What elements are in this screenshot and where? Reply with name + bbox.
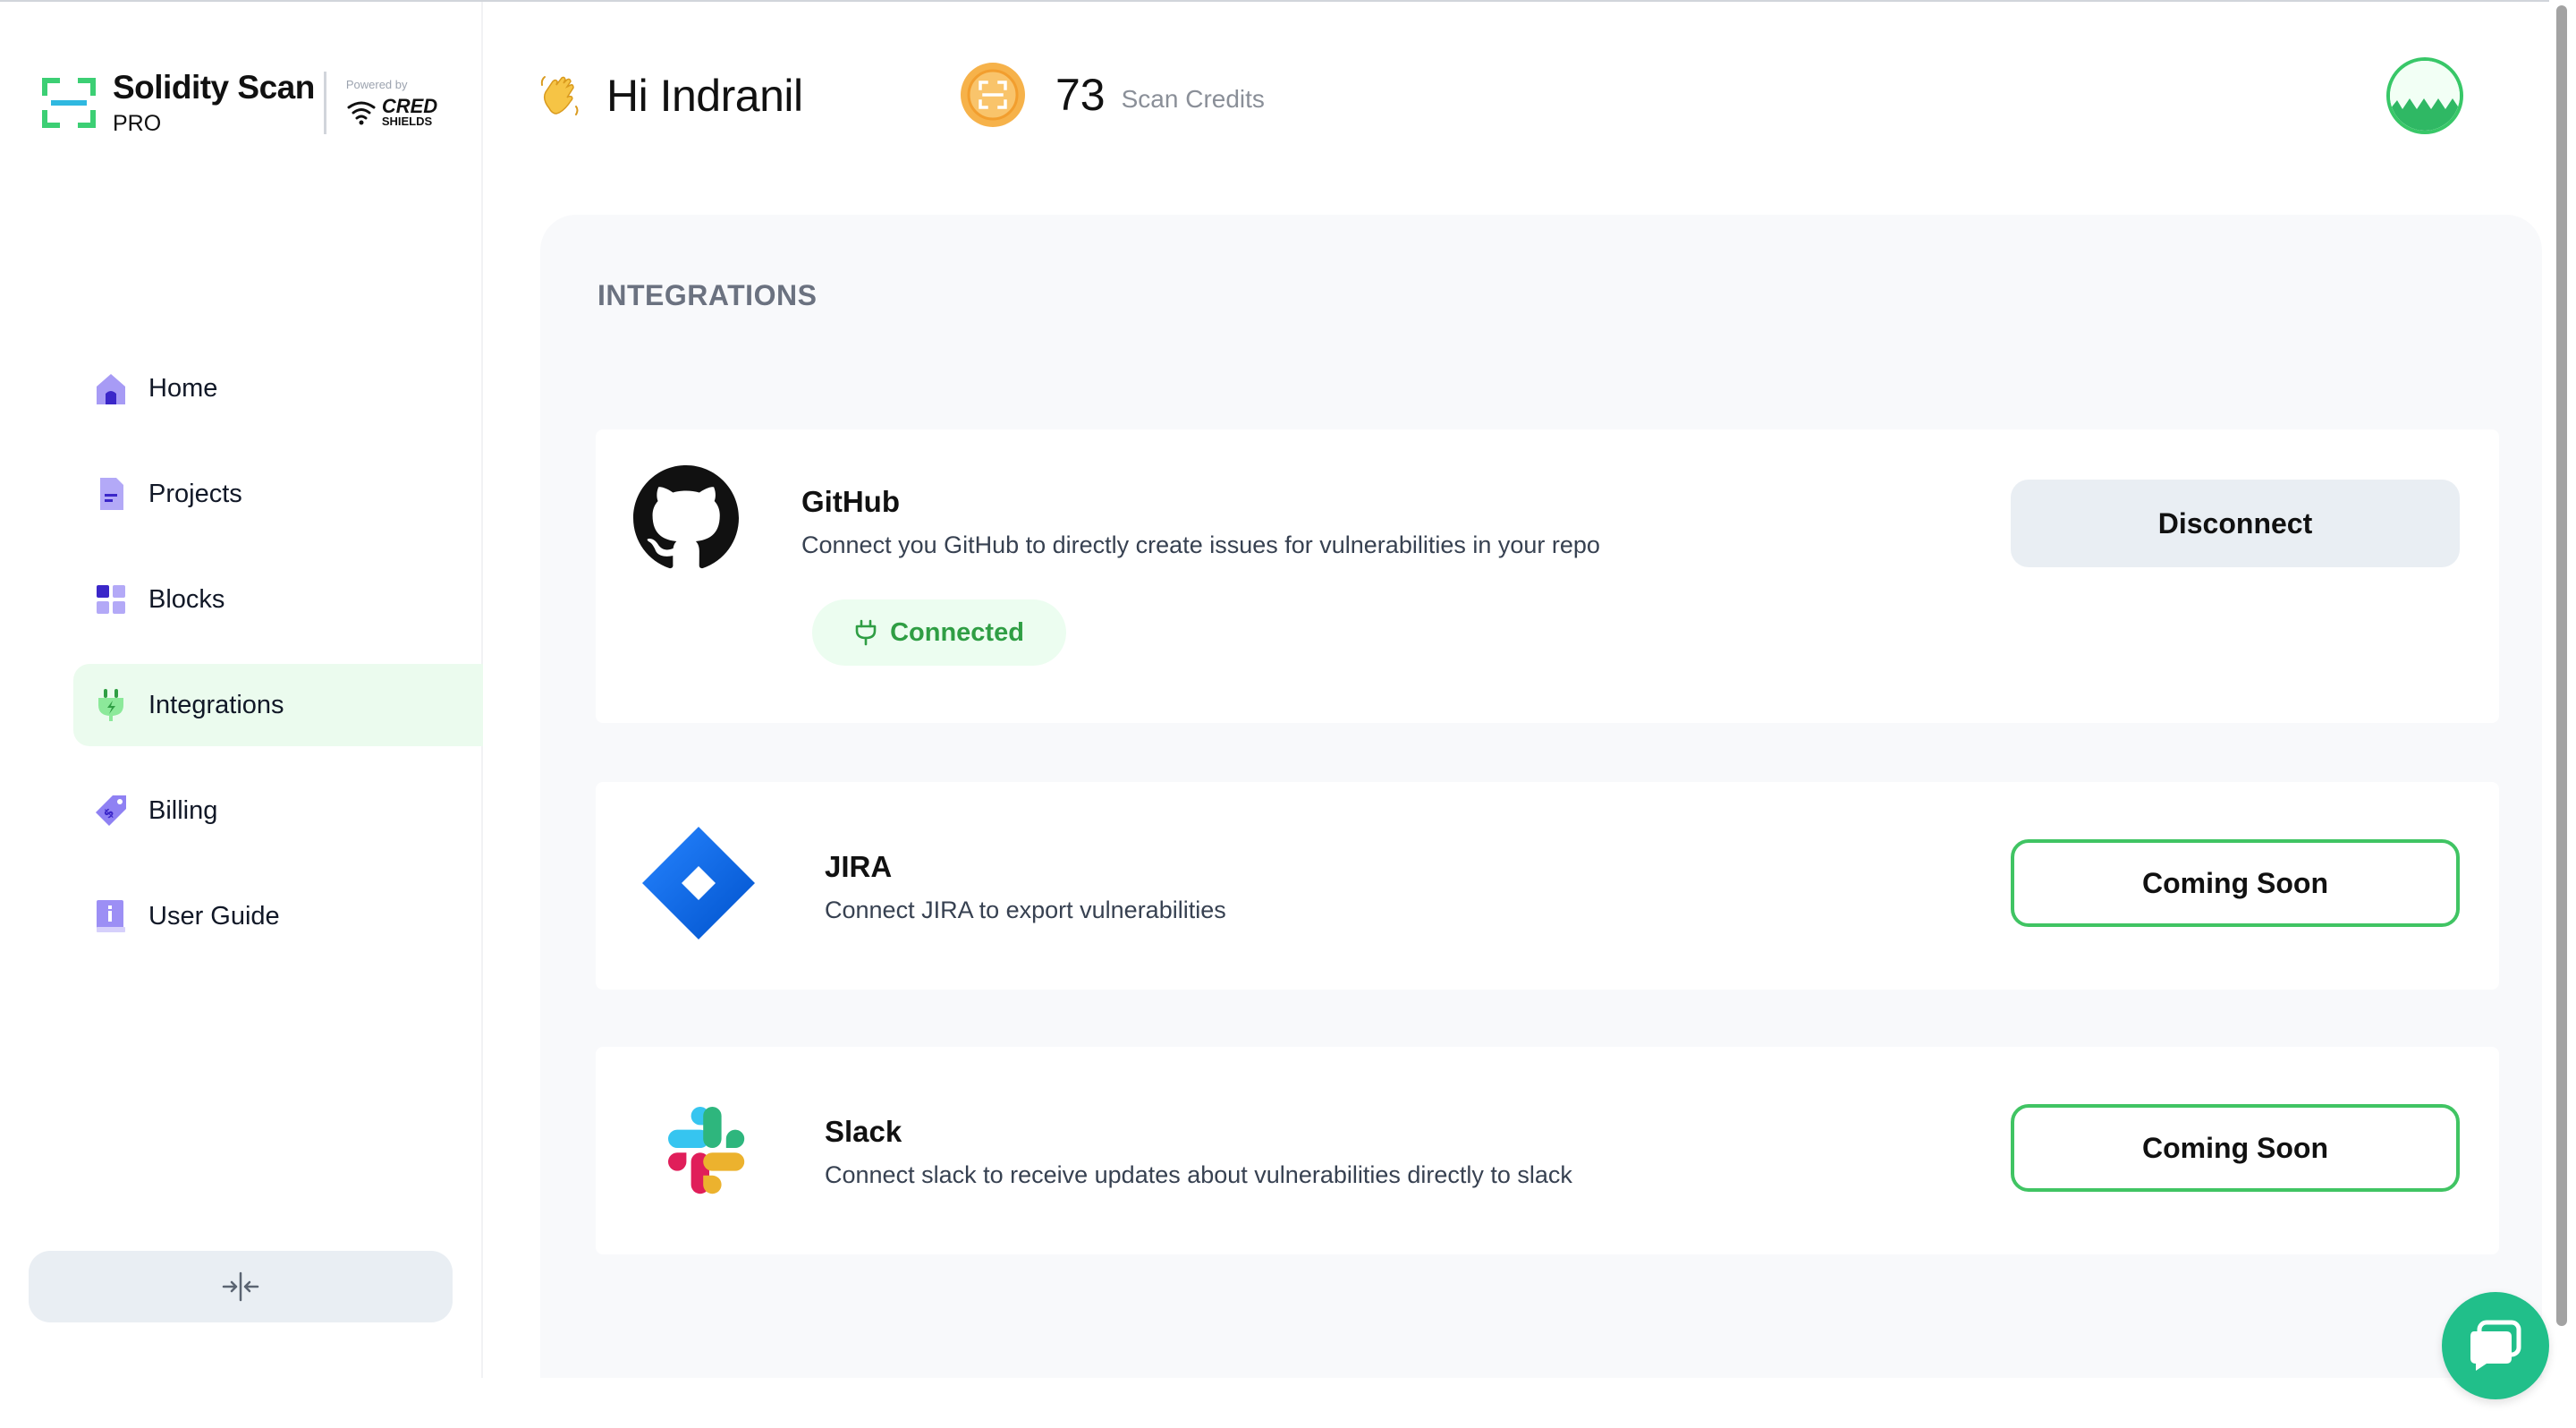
integration-description: Connect slack to receive updates about v… bbox=[825, 1161, 1572, 1188]
chat-support-button[interactable] bbox=[2442, 1292, 2549, 1399]
integration-card-slack: Slack Connect slack to receive updates a… bbox=[596, 1047, 2499, 1254]
credits-count: 73 bbox=[1055, 70, 1106, 120]
powered-by: Powered by CRED SHIELDS bbox=[346, 78, 437, 128]
integration-title: GitHub bbox=[801, 485, 900, 518]
coming-soon-button[interactable]: Coming Soon bbox=[2011, 839, 2460, 927]
partner-brand-line2: SHIELDS bbox=[381, 115, 433, 128]
sidebar-item-label: User Guide bbox=[148, 901, 280, 931]
integration-title: Slack bbox=[825, 1115, 902, 1148]
integration-description: Connect JIRA to export vulnerabilities bbox=[825, 897, 1226, 923]
plug-icon bbox=[855, 619, 877, 646]
sidebar: Solidity Scan PRO Powered by CRED SHIELD… bbox=[0, 2, 483, 1378]
integration-description: Connect you GitHub to directly create is… bbox=[801, 531, 1600, 558]
credits-label: Scan Credits bbox=[1121, 85, 1265, 113]
scrollbar[interactable] bbox=[2549, 0, 2576, 1378]
status-badge: Connected bbox=[812, 599, 1066, 666]
chat-bubble-icon bbox=[2470, 1320, 2521, 1371]
collapse-arrows-icon bbox=[222, 1271, 259, 1302]
brand-name: Solidity Scan bbox=[113, 69, 315, 106]
collapse-sidebar-button[interactable] bbox=[29, 1251, 453, 1322]
slack-icon bbox=[668, 1107, 745, 1194]
solidity-scan-logo-icon bbox=[42, 78, 96, 128]
avatar-image bbox=[2390, 61, 2460, 131]
brand-logo[interactable]: Solidity Scan PRO Powered by CRED SHIELD… bbox=[41, 63, 437, 143]
integration-card-github: GitHub Connect you GitHub to directly cr… bbox=[596, 429, 2499, 723]
document-icon bbox=[93, 476, 129, 512]
sidebar-item-user-guide[interactable]: User Guide bbox=[73, 875, 483, 957]
integrations-panel: INTEGRATIONS GitHub Connect you GitHub t… bbox=[540, 215, 2542, 1378]
sidebar-item-label: Home bbox=[148, 373, 218, 403]
scan-coin-icon bbox=[961, 63, 1025, 127]
avatar[interactable] bbox=[2386, 57, 2463, 134]
integration-card-jira: JIRA Connect JIRA to export vulnerabilit… bbox=[596, 782, 2499, 990]
price-tag-icon: $ bbox=[93, 793, 129, 829]
sidebar-item-label: Integrations bbox=[148, 690, 284, 719]
book-info-icon bbox=[93, 898, 129, 934]
greeting: Hi Indranil bbox=[537, 64, 803, 127]
sidebar-item-label: Billing bbox=[148, 795, 218, 825]
sidebar-item-label: Projects bbox=[148, 479, 242, 508]
sidebar-item-label: Blocks bbox=[148, 584, 225, 614]
logo-divider bbox=[323, 72, 326, 134]
status-text: Connected bbox=[890, 617, 1024, 647]
app-root: Solidity Scan PRO Powered by CRED SHIELD… bbox=[0, 0, 2576, 1428]
jira-icon bbox=[642, 827, 755, 939]
greeting-text: Hi Indranil bbox=[606, 71, 803, 121]
plug-icon bbox=[93, 687, 129, 723]
partner-brand-line1: CRED bbox=[381, 95, 438, 117]
sidebar-item-integrations[interactable]: Integrations bbox=[73, 664, 483, 746]
home-icon bbox=[93, 370, 129, 406]
grid-blocks-icon bbox=[93, 582, 129, 617]
integration-title: JIRA bbox=[825, 850, 893, 883]
sidebar-item-projects[interactable]: Projects bbox=[73, 453, 483, 535]
sidebar-item-blocks[interactable]: Blocks bbox=[73, 558, 483, 641]
sidebar-nav: Home Projects Blocks Integrations $ Bill… bbox=[73, 347, 483, 981]
disconnect-button[interactable]: Disconnect bbox=[2011, 480, 2460, 567]
sidebar-item-billing[interactable]: $ Billing bbox=[73, 769, 483, 852]
scan-credits: 73 Scan Credits bbox=[959, 61, 1265, 129]
section-title: INTEGRATIONS bbox=[597, 279, 818, 311]
brand-tier: PRO bbox=[113, 111, 162, 136]
powered-by-label: Powered by bbox=[345, 78, 408, 91]
coming-soon-button[interactable]: Coming Soon bbox=[2011, 1104, 2460, 1192]
wifi-shield-icon bbox=[347, 101, 376, 125]
scrollbar-thumb[interactable] bbox=[2556, 5, 2567, 1326]
github-icon bbox=[633, 465, 739, 569]
sidebar-item-home[interactable]: Home bbox=[73, 347, 483, 429]
waving-hand-icon bbox=[540, 76, 579, 115]
